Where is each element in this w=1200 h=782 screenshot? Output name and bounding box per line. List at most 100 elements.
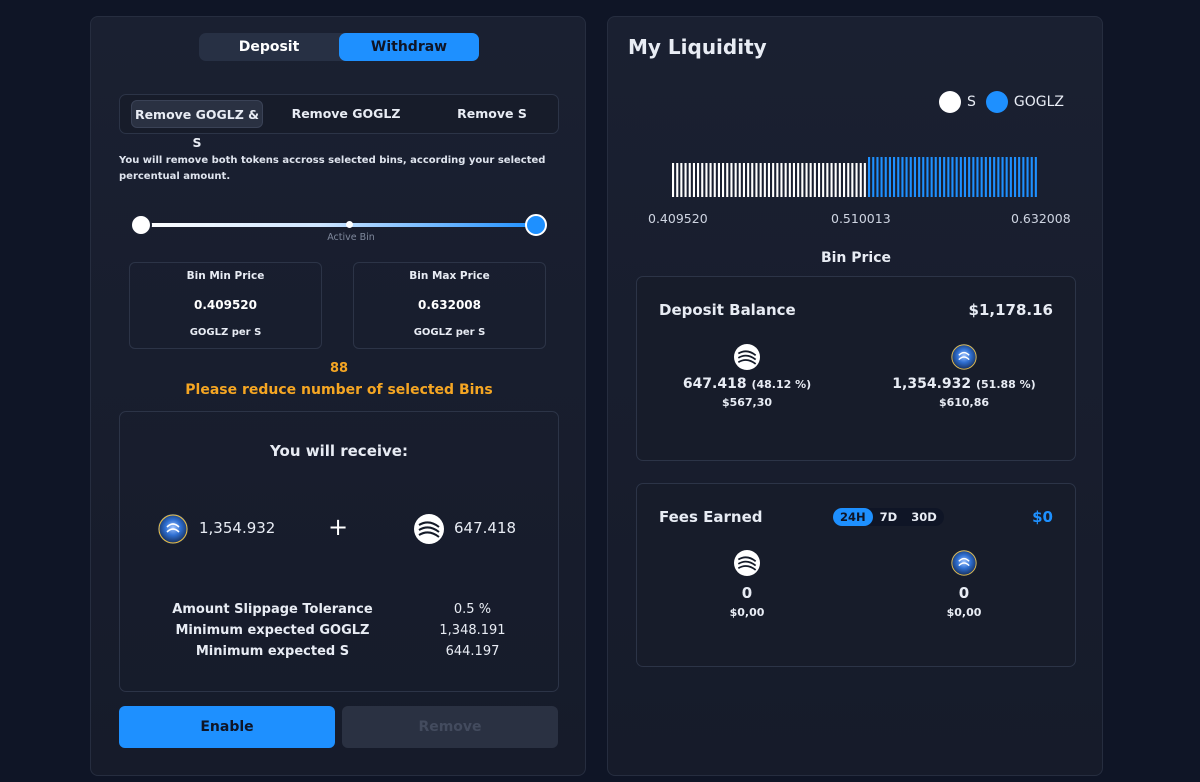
min-goglz-label: Minimum expected GOGLZ (175, 623, 370, 638)
bin-bar-s (688, 163, 691, 197)
receive-title: You will receive: (270, 442, 408, 460)
bin-bar-s (822, 163, 825, 197)
bin-bar-s (726, 163, 729, 197)
withdraw-panel: Deposit Withdraw Remove GOGLZ & S Remove… (90, 16, 586, 776)
bin-bar-s (830, 163, 833, 197)
bin-bar-s (843, 163, 846, 197)
bin-bar-s (697, 163, 700, 197)
bin-max-price-box: Bin Max Price 0.632008 GOGLZ per S (353, 262, 546, 349)
bin-bar-s (747, 163, 750, 197)
period-24h[interactable]: 24H (833, 508, 873, 526)
slider-min-handle[interactable] (130, 214, 152, 236)
bin-bar-s (813, 163, 816, 197)
slippage-value: 0.5 % (453, 602, 492, 617)
remove-mode-tabs: Remove GOGLZ & S Remove GOGLZ Remove S (119, 94, 559, 150)
bin-max-unit: GOGLZ per S (413, 327, 486, 338)
bin-bar-s (701, 163, 704, 197)
balance-s-amount: 647.418 (682, 376, 747, 392)
bin-bar-s (684, 163, 687, 197)
s-token-icon (734, 550, 760, 576)
bin-bar-s (809, 163, 812, 197)
bin-bar-goglz (993, 157, 996, 197)
period-30d[interactable]: 30D (904, 508, 944, 526)
bin-bar-s (780, 163, 783, 197)
fees-title: Fees Earned (659, 508, 763, 526)
bin-price-active: 0.510013 (831, 211, 891, 226)
goglz-token-icon (158, 514, 188, 544)
bin-bar-goglz (951, 157, 954, 197)
deposit-tab[interactable]: Deposit (199, 33, 339, 61)
deposit-balance-title: Deposit Balance (659, 301, 796, 319)
remove-description: You will remove both tokens accross sele… (119, 155, 546, 182)
bin-bar-s (818, 163, 821, 197)
bin-bar-goglz (963, 157, 966, 197)
bin-bar-s (734, 163, 737, 197)
bin-range-slider-track[interactable] (141, 223, 537, 227)
bin-bar-goglz (980, 157, 983, 197)
slider-max-handle[interactable] (525, 214, 547, 236)
balance-goglz-usd: $610,86 (938, 396, 990, 409)
bin-bar-s (717, 163, 720, 197)
bin-bar-s (792, 163, 795, 197)
tab-remove-s[interactable]: Remove S (426, 100, 558, 128)
bin-bar-goglz (880, 157, 883, 197)
bin-bar-s (672, 163, 675, 197)
goglz-token-icon (951, 344, 977, 370)
bin-bar-s (863, 163, 866, 197)
bin-price-min: 0.409520 (648, 211, 708, 226)
min-s-value: 644.197 (445, 644, 500, 659)
period-7d[interactable]: 7D (873, 508, 905, 526)
bin-bar-goglz (947, 157, 950, 197)
tab-remove-goglz[interactable]: Remove GOGLZ (280, 100, 412, 128)
active-bin-marker (346, 221, 353, 228)
bin-bar-s (805, 163, 808, 197)
enable-button[interactable]: Enable (119, 706, 335, 748)
withdraw-tab[interactable]: Withdraw (339, 33, 479, 61)
bin-bar-s (801, 163, 804, 197)
deposit-balance-total: $1,178.16 (968, 301, 1053, 319)
bin-bar-goglz (934, 157, 937, 197)
bin-min-value: 0.409520 (193, 298, 257, 312)
bin-bar-s (784, 163, 787, 197)
bin-bar-s (738, 163, 741, 197)
bin-bar-goglz (909, 157, 912, 197)
min-s-label: Minimum expected S (195, 644, 350, 659)
bin-bar-goglz (972, 157, 975, 197)
bin-bar-s (676, 163, 679, 197)
balance-goglz-pct: (51.88 %) (976, 378, 1036, 391)
balance-s-pct: (48.12 %) (751, 378, 812, 391)
bin-bar-goglz (926, 157, 929, 197)
bin-bar-goglz (905, 157, 908, 197)
selected-bins-count: 88 (329, 361, 349, 376)
bin-bar-s (859, 163, 862, 197)
bin-bar-s (855, 163, 858, 197)
deposit-balance-card: Deposit Balance $1,178.16 647.418 (48.12… (636, 276, 1076, 461)
bin-bar-goglz (918, 157, 921, 197)
bin-bar-s (751, 163, 754, 197)
min-goglz-value: 1,348.191 (439, 623, 506, 638)
bin-bar-s (772, 163, 775, 197)
bin-bar-goglz (984, 157, 987, 197)
remove-button[interactable]: Remove (342, 706, 558, 748)
bin-bar-s (759, 163, 762, 197)
bin-bar-goglz (888, 157, 891, 197)
bin-bar-s (713, 163, 716, 197)
bin-bar-goglz (955, 157, 958, 197)
bin-min-price-box: Bin Min Price 0.409520 GOGLZ per S (129, 262, 322, 349)
my-liquidity-panel: My Liquidity S GOGLZ 0.409520 0.510013 0… (607, 16, 1103, 776)
bin-bar-goglz (872, 157, 875, 197)
fees-s-amount: 0 (741, 584, 753, 602)
balance-goglz-amount: 1,354.932 (892, 376, 972, 392)
bin-bar-s (797, 163, 800, 197)
s-token-icon (414, 514, 444, 544)
tab-remove-both[interactable]: Remove GOGLZ & S (131, 100, 263, 150)
bin-bar-s (834, 163, 837, 197)
bin-bar-goglz (922, 157, 925, 197)
s-legend-label: S (967, 94, 976, 110)
bin-bar-goglz (1001, 157, 1004, 197)
bin-bar-goglz (1014, 157, 1017, 197)
bin-max-value: 0.632008 (417, 298, 481, 312)
bin-bar-goglz (1022, 157, 1025, 197)
bin-bar-s (755, 163, 758, 197)
fees-goglz-amount: 0 (958, 584, 970, 602)
